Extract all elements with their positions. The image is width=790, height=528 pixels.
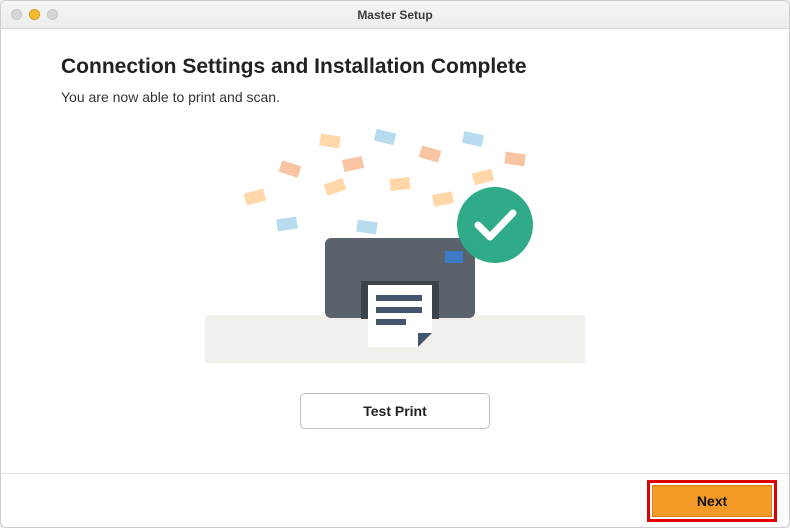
app-window: Master Setup Connection Settings and Ins… <box>0 0 790 528</box>
titlebar: Master Setup <box>1 1 789 29</box>
printer-success-illustration <box>185 123 605 363</box>
page-heading: Connection Settings and Installation Com… <box>61 55 729 79</box>
success-check-icon <box>457 187 533 263</box>
window-title: Master Setup <box>1 8 789 22</box>
close-window-button[interactable] <box>11 9 22 20</box>
illustration-area: Test Print <box>61 123 729 429</box>
footer-bar: Next <box>1 473 789 527</box>
minimize-window-button[interactable] <box>29 9 40 20</box>
maximize-window-button[interactable] <box>47 9 58 20</box>
page-subtext: You are now able to print and scan. <box>61 89 729 105</box>
test-print-button[interactable]: Test Print <box>300 393 490 429</box>
main-content: Connection Settings and Installation Com… <box>1 29 789 473</box>
window-controls <box>11 9 58 20</box>
next-button[interactable]: Next <box>652 485 772 517</box>
next-button-highlight: Next <box>647 480 777 522</box>
